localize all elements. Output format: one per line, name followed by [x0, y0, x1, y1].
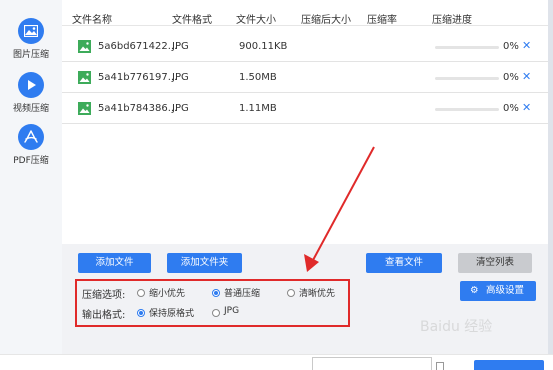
- remove-file-icon[interactable]: ✕: [522, 39, 531, 52]
- sidebar-item-label: 图片压缩: [12, 50, 49, 60]
- radio-format-keep[interactable]: [137, 309, 145, 317]
- table-row[interactable]: 5a41b776197... JPG 1.50MB 0% ✕: [62, 63, 548, 93]
- pdf-icon: [18, 124, 44, 150]
- progress-percent: 0%: [503, 41, 519, 52]
- radio-compress-clarity[interactable]: [287, 289, 295, 297]
- clear-list-button[interactable]: 清空列表: [458, 253, 532, 273]
- progress-percent: 0%: [503, 72, 519, 83]
- window-edge: [548, 0, 553, 370]
- file-name: 5a41b784386...: [98, 103, 178, 114]
- options-highlight-box: 压缩选项: 缩小优先 普通压缩 清晰优先 输出格式: 保持原格式 JPG: [75, 279, 350, 327]
- settings-area: 添加文件 添加文件夹 查看文件 清空列表 压缩选项: 缩小优先 普通压缩 清晰优…: [62, 244, 548, 354]
- radio-compress-smaller[interactable]: [137, 289, 145, 297]
- file-format: JPG: [172, 103, 189, 114]
- radio-compress-normal[interactable]: [212, 289, 220, 297]
- play-icon: [18, 72, 44, 98]
- sidebar-item-pdf-compress[interactable]: PDF压缩: [0, 124, 62, 166]
- add-file-button[interactable]: 添加文件: [78, 253, 151, 273]
- view-file-button[interactable]: 查看文件: [366, 253, 442, 273]
- bottom-checkbox[interactable]: [436, 362, 444, 370]
- table-row[interactable]: 5a41b784386... JPG 1.11MB 0% ✕: [62, 94, 548, 124]
- start-compress-button[interactable]: [474, 360, 544, 370]
- compress-options-label: 压缩选项:: [82, 290, 126, 301]
- table-row[interactable]: 5a6bd671422... JPG 900.11KB 0% ✕: [62, 32, 548, 62]
- image-icon: [18, 18, 44, 44]
- column-header-progress: 压缩进度: [432, 15, 472, 26]
- sidebar: 图片压缩 视频压缩 PDF压缩: [0, 0, 62, 370]
- table-header: 文件名称 文件格式 文件大小 压缩后大小 压缩率 压缩进度: [62, 8, 548, 26]
- file-name: 5a41b776197...: [98, 72, 178, 83]
- sidebar-item-video-compress[interactable]: 视频压缩: [0, 72, 62, 114]
- column-header-ratio: 压缩率: [367, 15, 397, 26]
- output-path-input[interactable]: [312, 357, 432, 370]
- progress-percent: 0%: [503, 103, 519, 114]
- advanced-settings-button[interactable]: ⚙ 高级设置: [460, 281, 536, 301]
- progress-bar: [435, 46, 499, 49]
- progress-bar: [435, 77, 499, 80]
- file-size: 1.50MB: [239, 72, 277, 83]
- file-size: 900.11KB: [239, 41, 288, 52]
- sidebar-item-label: PDF压缩: [13, 156, 49, 166]
- output-format-label: 输出格式:: [82, 310, 126, 321]
- radio-label: JPG: [224, 306, 240, 316]
- file-format: JPG: [172, 41, 189, 52]
- file-format: JPG: [172, 72, 189, 83]
- image-file-icon: [78, 102, 91, 115]
- column-header-size: 文件大小: [236, 15, 276, 26]
- column-header-name: 文件名称: [72, 15, 112, 26]
- remove-file-icon[interactable]: ✕: [522, 70, 531, 83]
- sidebar-item-image-compress[interactable]: 图片压缩: [0, 18, 62, 60]
- add-folder-button[interactable]: 添加文件夹: [167, 253, 242, 273]
- file-name: 5a6bd671422...: [98, 41, 178, 52]
- file-size: 1.11MB: [239, 103, 277, 114]
- radio-label: 清晰优先: [299, 289, 336, 299]
- image-file-icon: [78, 40, 91, 53]
- radio-format-jpg[interactable]: [212, 309, 220, 317]
- remove-file-icon[interactable]: ✕: [522, 101, 531, 114]
- advanced-settings-label: 高级设置: [486, 285, 525, 296]
- progress-bar: [435, 108, 499, 111]
- gear-icon: ⚙: [470, 285, 479, 296]
- radio-label: 保持原格式: [149, 309, 195, 319]
- image-file-icon: [78, 71, 91, 84]
- radio-label: 缩小优先: [149, 289, 186, 299]
- main-panel: 文件名称 文件格式 文件大小 压缩后大小 压缩率 压缩进度 5a6bd67142…: [62, 0, 548, 354]
- sidebar-item-label: 视频压缩: [12, 104, 49, 114]
- column-header-compressed-size: 压缩后大小: [301, 15, 351, 26]
- radio-label: 普通压缩: [224, 289, 261, 299]
- column-header-format: 文件格式: [172, 15, 212, 26]
- bottom-bar: [0, 354, 553, 370]
